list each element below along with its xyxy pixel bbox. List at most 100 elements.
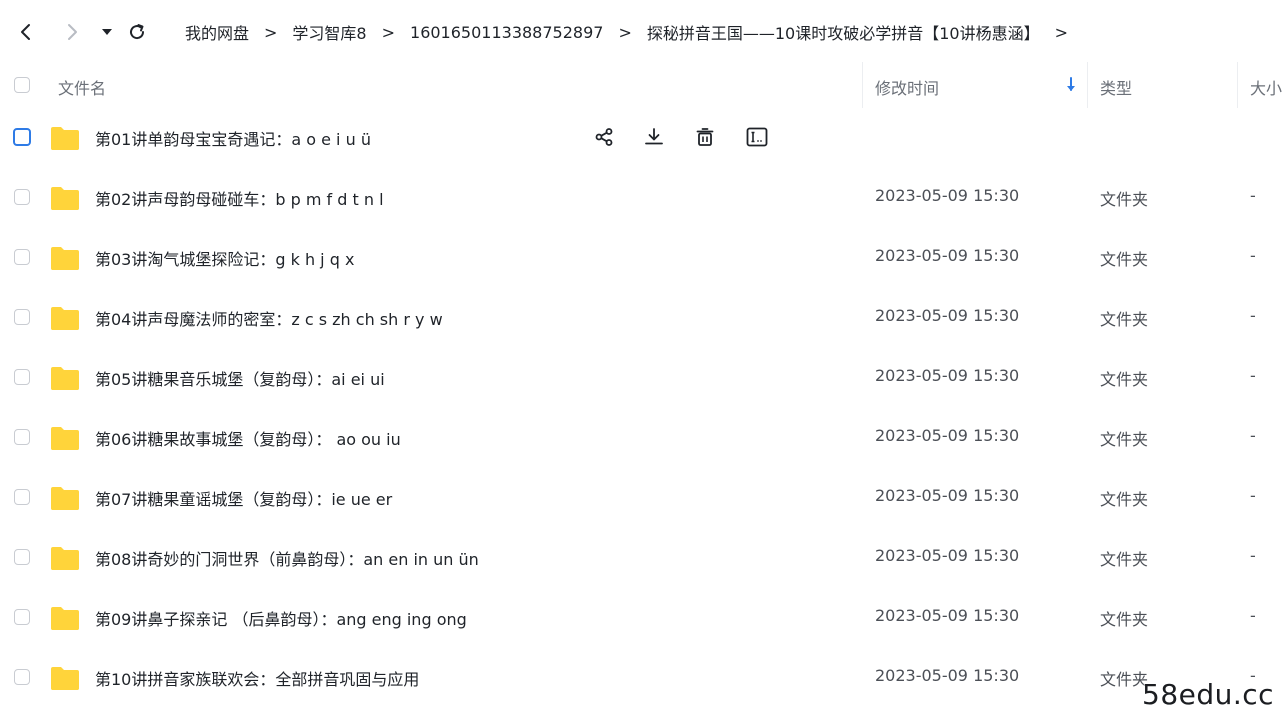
file-row[interactable]: 第05讲糖果音乐城堡（复韵母）：ai ei ui 2023-05-09 15:30… [0,348,1283,408]
row-checkbox[interactable] [13,128,31,146]
folder-icon [50,485,80,515]
modified-time: 2023-05-09 15:30 [875,186,1020,205]
row-checkbox[interactable] [14,309,30,325]
file-type: 文件夹 [1100,370,1149,389]
column-divider[interactable] [862,62,863,108]
file-size: - [1250,306,1256,325]
file-type: 文件夹 [1100,310,1149,329]
file-row[interactable]: 第09讲鼻子探亲记 （后鼻韵母）：ang eng ing ong 2023-05-… [0,588,1283,648]
folder-icon [50,185,80,215]
chevron-left-icon [21,24,30,40]
folder-icon [50,545,80,575]
watermark-text: 58edu.cc [1142,678,1275,711]
file-row[interactable]: 第10讲拼音家族联欢会：全部拼音巩固与应用 2023-05-09 15:30 文件夹… [0,648,1283,708]
file-type: 文件夹 [1100,670,1149,689]
file-size: - [1250,366,1256,385]
refresh-icon [130,24,145,40]
file-type: 文件夹 [1100,610,1149,629]
modified-time: 2023-05-09 15:30 [875,606,1020,625]
folder-icon [50,425,80,455]
file-size: - [1250,606,1256,625]
file-name[interactable]: 第01讲单韵母宝宝奇遇记：a o e i u ü [95,126,371,150]
file-row[interactable]: 第04讲声母魔法师的密室：z c s zh ch sh r y w 2023-05… [0,288,1283,348]
row-checkbox[interactable] [14,489,30,505]
history-dropdown-button[interactable] [92,12,122,52]
file-name[interactable]: 第06讲糖果故事城堡（复韵母）： ao ou iu [95,426,401,450]
select-all-checkbox[interactable] [14,77,30,93]
column-header-modified[interactable]: 修改时间 [875,75,939,99]
column-header-name[interactable]: 文件名 [58,75,106,99]
rename-button[interactable] [743,122,771,152]
row-checkbox[interactable] [14,189,30,205]
file-row[interactable]: 第01讲单韵母宝宝奇遇记：a o e i u ü [0,108,1283,168]
file-name[interactable]: 第10讲拼音家族联欢会：全部拼音巩固与应用 [95,666,419,690]
file-name[interactable]: 第09讲鼻子探亲记 （后鼻韵母）：ang eng ing ong [95,606,467,630]
row-checkbox[interactable] [14,609,30,625]
folder-icon [50,665,80,695]
file-size: - [1250,426,1256,445]
breadcrumb-item-library[interactable]: 学习智库8 [292,20,366,44]
folder-icon [50,125,80,155]
caret-down-icon [102,29,112,35]
breadcrumb-item-current[interactable]: 探秘拼音王国——10课时攻破必学拼音【10讲杨惠涵】 [647,20,1040,44]
file-type: 文件夹 [1100,490,1149,509]
file-row[interactable]: 第08讲奇妙的门洞世界（前鼻韵母）：an en in un ün 2023-05-… [0,528,1283,588]
chevron-right-icon [68,24,77,40]
file-size: - [1250,486,1256,505]
folder-icon [50,305,80,335]
top-nav-bar: 我的网盘 > 学习智库8 > 1601650113388752897 > 探秘拼… [0,12,1283,52]
file-name[interactable]: 第02讲声母韵母碰碰车：b p m f d t n l [95,186,384,210]
rename-icon [746,127,768,147]
breadcrumb-separator: > [1054,22,1068,42]
row-checkbox[interactable] [14,249,30,265]
folder-icon [50,605,80,635]
column-header-type[interactable]: 类型 [1100,75,1132,99]
column-divider[interactable] [1087,62,1088,108]
file-name[interactable]: 第08讲奇妙的门洞世界（前鼻韵母）：an en in un ün [95,546,479,570]
modified-time: 2023-05-09 15:30 [875,246,1020,265]
file-name[interactable]: 第07讲糖果童谣城堡（复韵母）：ie ue er [95,486,392,510]
file-type: 文件夹 [1100,250,1149,269]
delete-icon [695,127,715,147]
breadcrumb: 我的网盘 > 学习智库8 > 1601650113388752897 > 探秘拼… [185,12,1083,52]
file-browser: 我的网盘 > 学习智库8 > 1601650113388752897 > 探秘拼… [0,0,1283,726]
breadcrumb-item-id[interactable]: 1601650113388752897 [410,23,603,42]
row-checkbox[interactable] [14,549,30,565]
file-name[interactable]: 第03讲淘气城堡探险记：g k h j q x [95,246,354,270]
download-icon [644,127,664,147]
column-header-size[interactable]: 大小 [1250,75,1282,99]
delete-button[interactable] [691,122,719,152]
file-name[interactable]: 第05讲糖果音乐城堡（复韵母）：ai ei ui [95,366,385,390]
file-row[interactable]: 第06讲糖果故事城堡（复韵母）： ao ou iu 2023-05-09 15:3… [0,408,1283,468]
file-size: - [1250,546,1256,565]
row-checkbox[interactable] [14,429,30,445]
row-checkbox[interactable] [14,669,30,685]
folder-icon [50,365,80,395]
sort-descending-icon[interactable] [1064,76,1078,94]
download-button[interactable] [640,122,668,152]
breadcrumb-separator: > [381,22,396,42]
file-type: 文件夹 [1100,430,1149,449]
back-button[interactable] [11,12,41,52]
file-size: - [1250,186,1256,205]
file-list-header: 文件名 修改时间 类型 大小 [0,62,1283,108]
modified-time: 2023-05-09 15:30 [875,306,1020,325]
file-size: - [1250,246,1256,265]
breadcrumb-separator: > [264,22,278,42]
row-checkbox[interactable] [14,369,30,385]
file-row[interactable]: 第02讲声母韵母碰碰车：b p m f d t n l 2023-05-09 15… [0,168,1283,228]
folder-icon [50,245,80,275]
share-button[interactable] [590,122,618,152]
refresh-button[interactable] [122,12,152,52]
breadcrumb-separator: > [618,22,632,42]
file-type: 文件夹 [1100,190,1149,209]
file-row[interactable]: 第07讲糖果童谣城堡（复韵母）：ie ue er 2023-05-09 15:30… [0,468,1283,528]
column-divider[interactable] [1237,62,1238,108]
file-row[interactable]: 第03讲淘气城堡探险记：g k h j q x 2023-05-09 15:30 文… [0,228,1283,288]
forward-button[interactable] [57,12,87,52]
file-name[interactable]: 第04讲声母魔法师的密室：z c s zh ch sh r y w [95,306,443,330]
modified-time: 2023-05-09 15:30 [875,366,1020,385]
breadcrumb-item-root[interactable]: 我的网盘 [185,20,249,44]
modified-time: 2023-05-09 15:30 [875,486,1020,505]
modified-time: 2023-05-09 15:30 [875,666,1020,685]
